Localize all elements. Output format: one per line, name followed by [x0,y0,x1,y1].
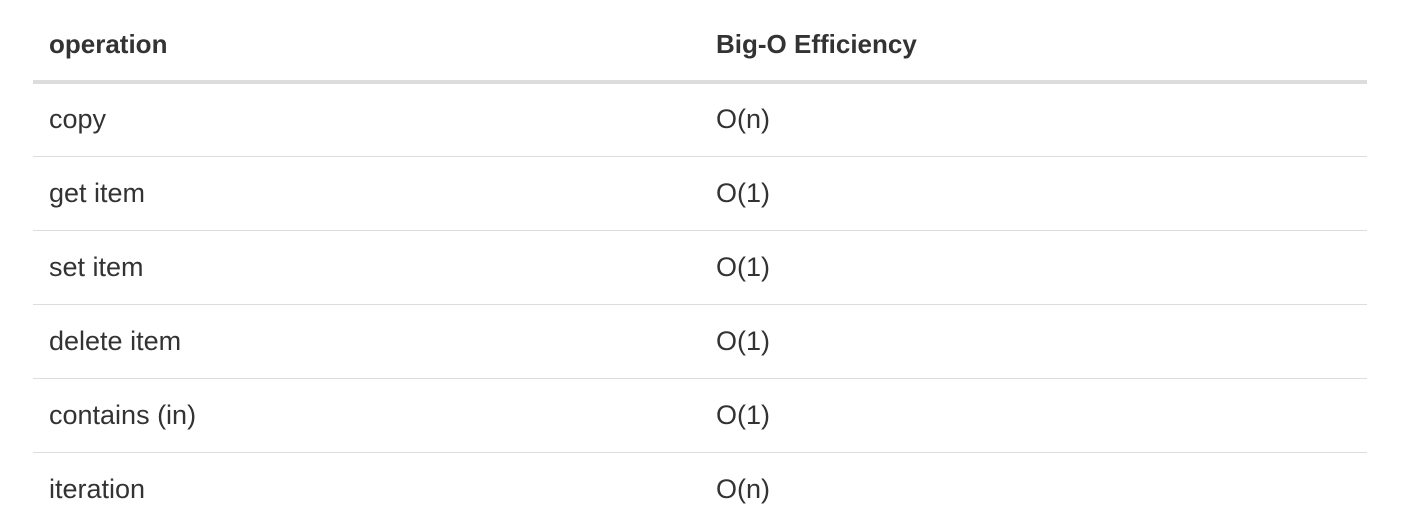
table-row: set item O(1) [33,229,1367,304]
operation-cell: iteration [33,451,700,526]
header-operation: operation [33,0,700,84]
operation-cell: set item [33,229,700,304]
operation-cell: copy [49,104,107,135]
efficiency-cell: O(n) [700,451,1367,526]
operation-cell: delete item [33,303,700,378]
table-header: operation Big-O Efficiency [33,0,1367,84]
header-row: operation Big-O Efficiency [33,0,1367,84]
header-big-o-efficiency: Big-O Efficiency [700,0,1367,84]
operation-cell: get item [33,155,700,230]
table-body: copy O(n) get item O(1) set item O(1) de… [33,82,1367,526]
table-row: iteration O(n) [33,451,1367,526]
table-row: get item O(1) [33,155,1367,230]
big-o-table: operation Big-O Efficiency copy O(n) get… [33,0,1367,526]
efficiency-cell: O(1) [700,303,1367,378]
table-row: contains (in) O(1) [33,377,1367,452]
efficiency-cell: O(1) [700,155,1367,230]
big-o-table-container: operation Big-O Efficiency copy O(n) get… [33,0,1367,526]
table-row: delete item O(1) [33,303,1367,378]
efficiency-cell: O(n) [716,104,770,135]
efficiency-cell: O(1) [700,377,1367,452]
table-row: copy O(n) [33,82,1367,156]
operation-cell: contains (in) [33,377,700,452]
efficiency-cell: O(1) [700,229,1367,304]
